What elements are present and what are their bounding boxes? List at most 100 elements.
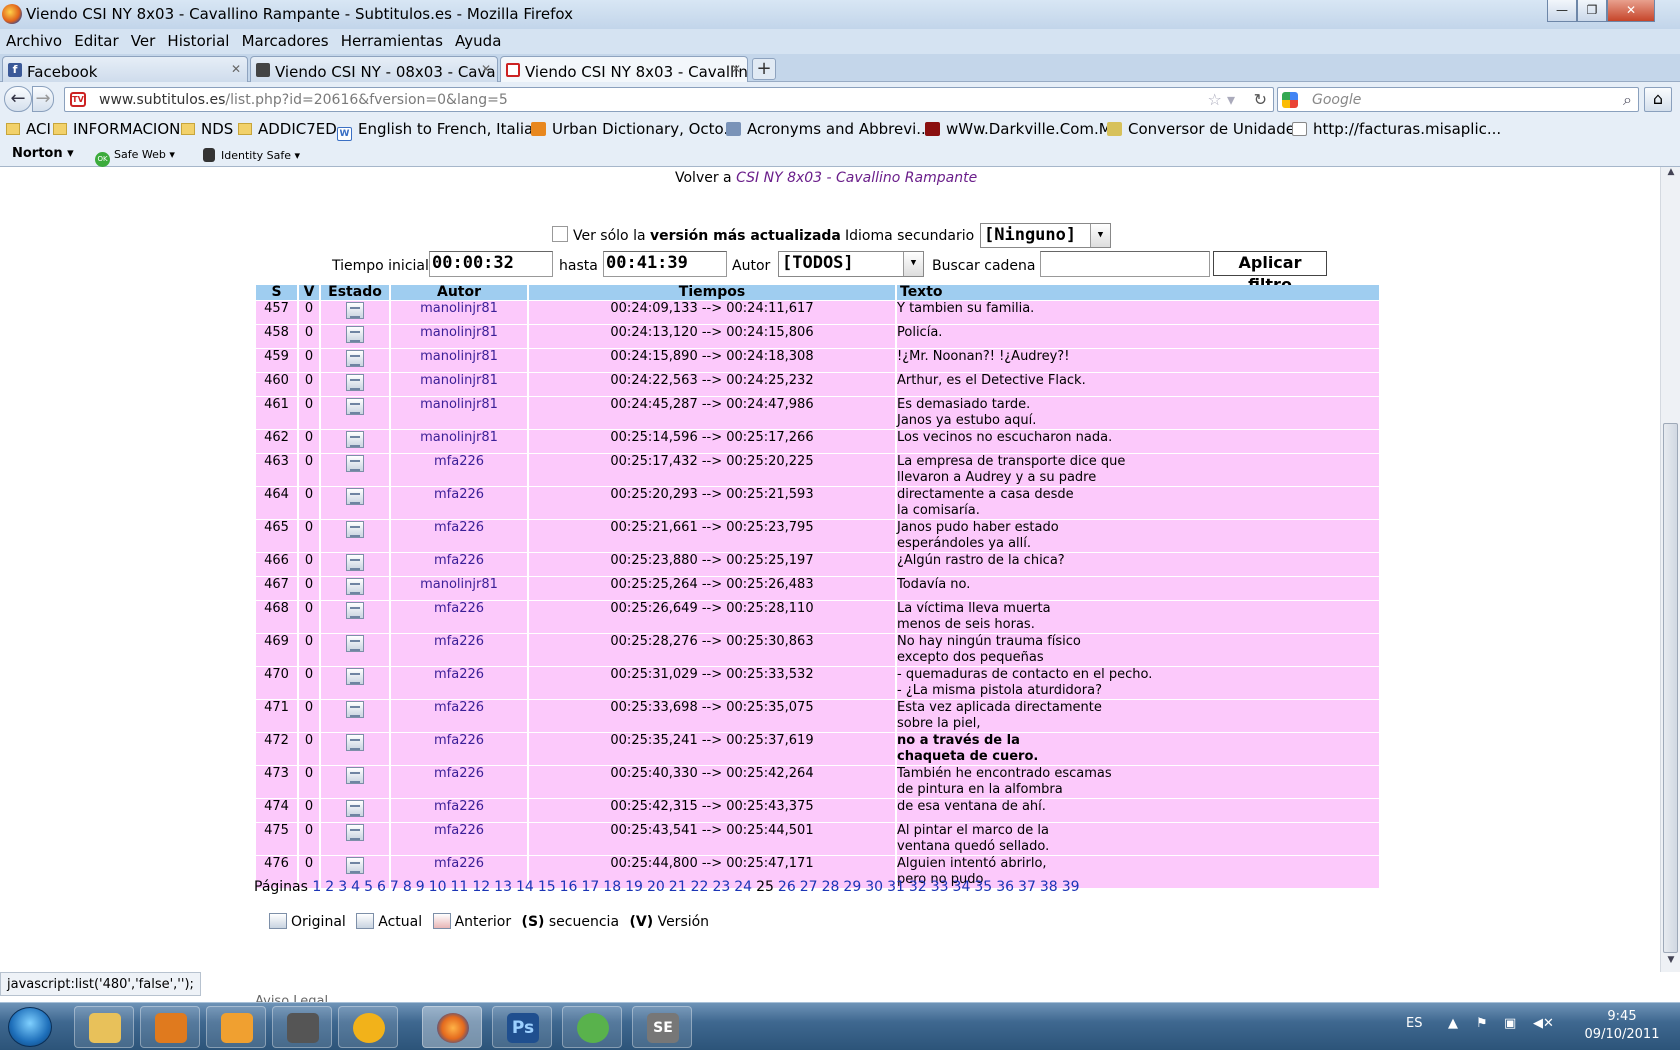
url-bar[interactable]: TV www.subtitulos.es/list.php?id=20616&f… [64,87,1274,112]
cell-autor-link[interactable]: manolinjr81 [391,325,527,348]
menu-archivo[interactable]: Archivo [6,32,62,50]
volver-link[interactable]: CSI NY 8x03 - Cavallino Rampante [736,170,977,186]
cell-autor-link[interactable]: mfa226 [391,520,527,552]
page-link-14[interactable]: 14 [516,879,534,895]
page-link-1[interactable]: 1 [312,879,321,895]
bookmark-acronyms[interactable]: Acronyms and Abbrevi... [726,120,931,138]
page-link-38[interactable]: 38 [1040,879,1058,895]
estado-document-icon[interactable] [346,857,364,874]
cell-texto[interactable]: Los vecinos no escucharon nada. [897,430,1379,453]
cell-texto[interactable]: La víctima lleva muerta menos de seis hor… [897,601,1379,633]
estado-document-icon[interactable] [346,350,364,367]
cell-texto[interactable]: Todavía no. [897,577,1379,600]
page-link-12[interactable]: 12 [472,879,490,895]
maximize-button[interactable]: ❐ [1577,0,1607,22]
taskbar-se-app[interactable]: SE [632,1006,692,1048]
estado-document-icon[interactable] [346,521,364,538]
page-link-20[interactable]: 20 [647,879,665,895]
scroll-thumb[interactable] [1663,423,1678,953]
estado-document-icon[interactable] [346,554,364,571]
close-tab-icon[interactable]: ✕ [731,62,741,76]
norton-safeweb[interactable]: OK Safe Web ▾ [95,148,175,167]
cell-texto[interactable]: de esa ventana de ahí. [897,799,1379,822]
page-link-24[interactable]: 24 [734,879,752,895]
estado-document-icon[interactable] [346,455,364,472]
page-link-15[interactable]: 15 [538,879,556,895]
page-link-3[interactable]: 3 [338,879,347,895]
estado-document-icon[interactable] [346,824,364,841]
page-link-19[interactable]: 19 [625,879,643,895]
tiempo-inicial-input[interactable]: 00:00:32 [429,251,553,277]
new-tab-button[interactable]: + [752,58,776,80]
cell-autor-link[interactable]: mfa226 [391,700,527,732]
bookmark-wordreference[interactable]: W English to French, Italia... [337,120,548,141]
estado-document-icon[interactable] [346,374,364,391]
tab-viendo-csi-1[interactable]: Viendo CSI NY - 08x03 - Cava... ✕ [250,56,498,82]
cell-autor-link[interactable]: mfa226 [391,733,527,765]
page-link-13[interactable]: 13 [494,879,512,895]
taskbar-winamp[interactable] [338,1006,398,1048]
page-link-5[interactable]: 5 [364,879,373,895]
cell-autor-link[interactable]: mfa226 [391,799,527,822]
cell-texto[interactable]: Y tambien su familia. [897,301,1379,324]
page-link-39[interactable]: 39 [1062,879,1080,895]
page-link-27[interactable]: 27 [800,879,818,895]
cell-texto[interactable]: !¿Mr. Noonan?! !¿Audrey?! [897,349,1379,372]
page-link-16[interactable]: 16 [560,879,578,895]
cell-autor-link[interactable]: mfa226 [391,766,527,798]
page-link-29[interactable]: 29 [843,879,861,895]
hasta-input[interactable]: 00:41:39 [603,251,727,277]
home-button[interactable]: ⌂ [1644,87,1672,112]
idioma-select[interactable]: [Ninguno] ▼ [980,223,1111,248]
page-link-18[interactable]: 18 [603,879,621,895]
estado-document-icon[interactable] [346,326,364,343]
menu-marcadores[interactable]: Marcadores [242,32,329,50]
volume-muted-icon[interactable]: ◀✕ [1533,1016,1554,1031]
search-icon[interactable]: ⌕ [1623,90,1632,110]
taskbar-explorer[interactable] [74,1006,134,1048]
url-text[interactable]: www.subtitulos.es/list.php?id=20616&fver… [99,92,508,108]
system-clock[interactable]: 9:45 09/10/2011 [1572,1008,1672,1044]
bookmark-conversor[interactable]: Conversor de Unidades [1107,120,1303,138]
cell-texto[interactable]: También he encontrado escamas de pintura … [897,766,1379,798]
taskbar-firefox[interactable] [422,1006,482,1048]
norton-identity-safe[interactable]: Identity Safe ▾ [203,148,300,162]
estado-document-icon[interactable] [346,800,364,817]
cell-texto[interactable]: Esta vez aplicada directamente sobre la p… [897,700,1379,732]
estado-document-icon[interactable] [346,431,364,448]
scroll-up-icon[interactable]: ▲ [1661,167,1680,184]
page-link-9[interactable]: 9 [416,879,425,895]
language-indicator[interactable]: ES [1406,1016,1422,1031]
page-link-21[interactable]: 21 [669,879,687,895]
estado-document-icon[interactable] [346,734,364,751]
cell-autor-link[interactable]: mfa226 [391,487,527,519]
cell-texto[interactable]: Policía. [897,325,1379,348]
page-link-32[interactable]: 32 [909,879,927,895]
forward-button[interactable]: → [32,86,54,112]
estado-document-icon[interactable] [346,602,364,619]
estado-document-icon[interactable] [346,488,364,505]
cell-texto[interactable]: Janos pudo haber estado esperándoles ya a… [897,520,1379,552]
aplicar-filtro-button[interactable]: Aplicar filtro [1213,251,1327,294]
close-window-button[interactable]: ✕ [1607,0,1655,22]
cell-texto[interactable]: directamente a casa desde la comisaría. [897,487,1379,519]
taskbar-media-player[interactable] [140,1006,200,1048]
page-link-22[interactable]: 22 [691,879,709,895]
page-link-36[interactable]: 36 [996,879,1014,895]
estado-document-icon[interactable] [346,398,364,415]
estado-document-icon[interactable] [346,701,364,718]
action-center-flag-icon[interactable]: ⚑ [1476,1016,1488,1031]
page-link-10[interactable]: 10 [429,879,447,895]
network-icon[interactable]: ▣ [1504,1016,1516,1031]
estado-document-icon[interactable] [346,302,364,319]
menu-ver[interactable]: Ver [131,32,156,50]
cell-autor-link[interactable]: manolinjr81 [391,301,527,324]
menu-editar[interactable]: Editar [74,32,118,50]
cell-autor-link[interactable]: mfa226 [391,667,527,699]
estado-document-icon[interactable] [346,635,364,652]
page-link-28[interactable]: 28 [822,879,840,895]
cell-texto[interactable]: - quemaduras de contacto en el pecho. - ¿… [897,667,1379,699]
page-link-35[interactable]: 35 [974,879,992,895]
page-link-11[interactable]: 11 [451,879,469,895]
cell-texto[interactable]: Arthur, es el Detective Flack. [897,373,1379,396]
